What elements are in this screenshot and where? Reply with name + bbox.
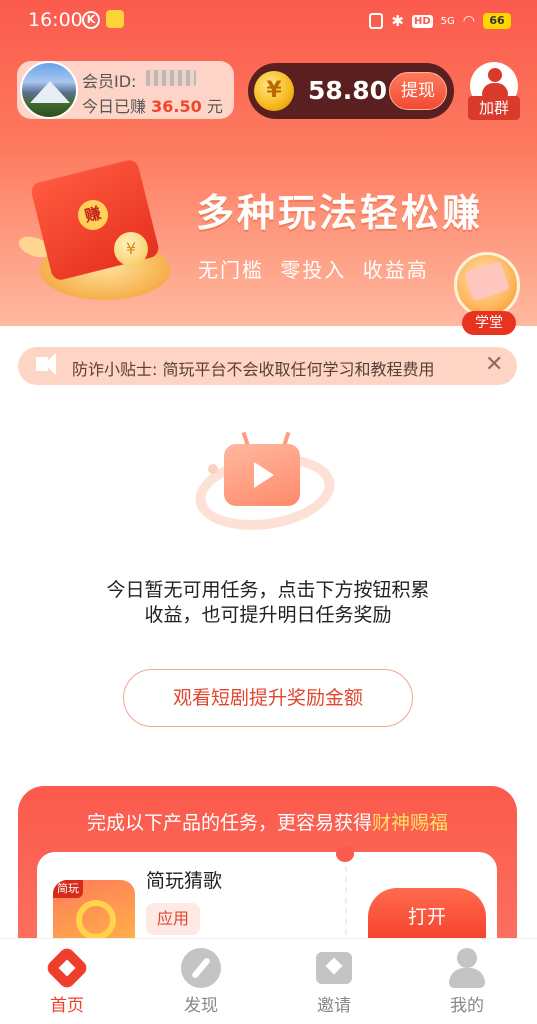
watch-drama-button[interactable]: 观看短剧提升奖励金额 [123, 669, 413, 727]
vibrate-icon [369, 13, 384, 29]
nav-discover[interactable]: 发现 [134, 938, 268, 1024]
card-divider [345, 866, 347, 946]
nav-home[interactable]: 首页 [0, 938, 134, 1024]
withdraw-button[interactable]: 提现 [389, 72, 447, 110]
nav-invite-label: 邀请 [317, 996, 351, 1016]
avatar[interactable] [20, 61, 78, 119]
hd-icon: HD [411, 14, 433, 28]
today-earnings-label: 今日已赚 [82, 97, 147, 116]
headphones-icon [76, 900, 116, 940]
nav-mine[interactable]: 我的 [400, 938, 534, 1024]
k-icon: K [82, 11, 100, 29]
home-icon [44, 945, 90, 991]
play-icon [254, 462, 274, 488]
product-name: 简玩猜歌 [146, 870, 223, 892]
today-earnings: 今日已赚 36.50 元 [82, 93, 223, 117]
wifi-icon: ◠ [462, 13, 475, 29]
banner-coin-icon: ¥ [114, 232, 148, 266]
nav-home-label: 首页 [50, 996, 84, 1016]
bluetooth-icon: ✱ [391, 12, 404, 30]
profile-icon [447, 948, 487, 988]
status-icons: ✱ HD 5G ◠ 66 [369, 12, 511, 30]
banner-title: 多种玩法轻松赚 [196, 191, 484, 235]
card-notch [336, 846, 354, 862]
join-group-label[interactable]: 加群 [468, 96, 520, 120]
invite-icon [314, 948, 354, 988]
status-time: 16:00 [28, 9, 83, 31]
today-earnings-amount: 36.50 [151, 97, 202, 116]
balance-amount: 58.80 [308, 76, 388, 105]
close-icon[interactable]: ✕ [485, 352, 503, 377]
product-heading-prefix: 完成以下产品的任务，更容易获得 [86, 812, 372, 834]
tv-dot-decoration [208, 464, 218, 474]
banner-subtitle: 无门槛 零投入 收益高 [198, 258, 429, 282]
product-section-heading: 完成以下产品的任务，更容易获得财神赐福 [18, 808, 517, 835]
notice-text: 防诈小贴士: 简玩平台不会收取任何学习和教程费用 [72, 360, 435, 379]
speaker-icon-cone [44, 353, 56, 375]
app-notification-icon [106, 10, 124, 28]
signal-icon: 5G [440, 15, 455, 27]
status-bar: 16:00 K ✱ HD 5G ◠ 66 [0, 0, 537, 44]
today-earnings-unit: 元 [206, 97, 223, 116]
nav-invite[interactable]: 邀请 [267, 938, 401, 1024]
member-id-label: 会员ID: [82, 72, 137, 91]
app-icon-tag: 简玩 [53, 880, 83, 898]
discover-icon [181, 948, 221, 988]
member-id-masked [146, 70, 196, 86]
nav-discover-label: 发现 [184, 996, 218, 1016]
product-type-badge: 应用 [146, 903, 200, 935]
battery-icon: 66 [483, 13, 511, 29]
empty-task-message: 今日暂无可用任务，点击下方按钮积累收益，也可提升明日任务奖励 [106, 579, 430, 626]
product-heading-highlight: 财神赐福 [372, 812, 449, 834]
study-hall-label[interactable]: 学堂 [462, 311, 516, 335]
coin-icon: ¥ [254, 71, 294, 111]
nav-mine-label: 我的 [450, 996, 484, 1016]
